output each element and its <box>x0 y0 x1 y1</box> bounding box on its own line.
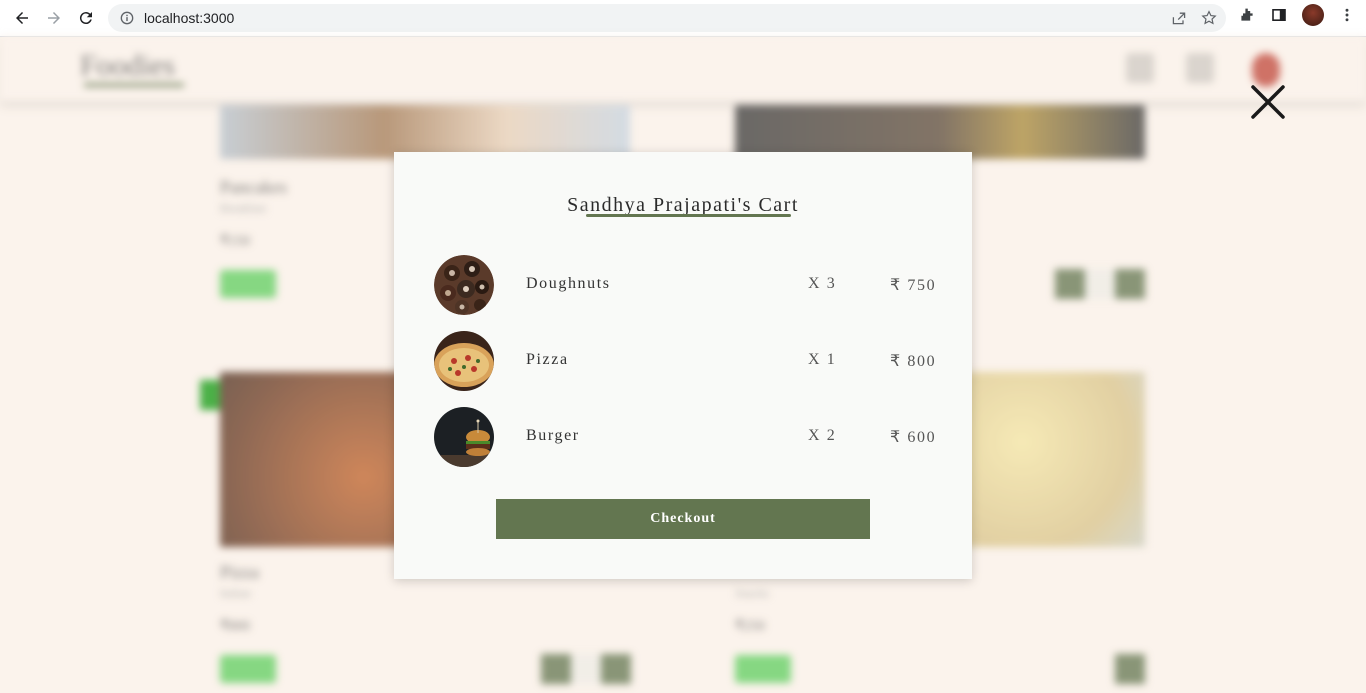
cart-item-name: Pizza <box>526 351 569 368</box>
address-bar[interactable]: localhost:3000 <box>108 4 1226 32</box>
reload-icon[interactable] <box>70 2 102 34</box>
cart-item: Pizza X 1 ₹ 800 <box>434 331 937 391</box>
cart-item-name: Burger <box>526 427 580 444</box>
back-icon[interactable] <box>6 2 38 34</box>
close-icon <box>1251 85 1285 119</box>
checkout-button[interactable]: Checkout <box>496 499 870 539</box>
cart-item-price: ₹ 750 <box>890 277 937 294</box>
cart-item: Burger X 2 ₹ 600 <box>434 407 937 467</box>
cart-title-underline <box>586 214 791 217</box>
browser-toolbar: localhost:3000 <box>0 0 1366 37</box>
site-info-icon[interactable] <box>120 11 134 25</box>
cart-item: Doughnuts X 3 ₹ 750 <box>434 255 937 315</box>
burger-image <box>434 407 494 467</box>
side-panel-icon[interactable] <box>1270 6 1288 24</box>
cart-item-quantity: X 2 <box>808 427 837 444</box>
extensions-icon[interactable] <box>1238 6 1256 24</box>
profile-avatar[interactable] <box>1302 4 1324 26</box>
forward-icon[interactable] <box>38 2 70 34</box>
cart-item-price: ₹ 600 <box>890 429 937 446</box>
bookmark-star-icon[interactable] <box>1200 9 1218 27</box>
cart-item-price: ₹ 800 <box>890 353 937 370</box>
url-text: localhost:3000 <box>144 10 235 26</box>
cart-item-quantity: X 3 <box>808 275 837 292</box>
doughnuts-image <box>434 255 494 315</box>
close-modal-button[interactable] <box>1248 82 1288 122</box>
pizza-image <box>434 331 494 391</box>
cart-item-quantity: X 1 <box>808 351 837 368</box>
cart-item-name: Doughnuts <box>526 275 611 292</box>
menu-kebab-icon[interactable] <box>1338 6 1356 24</box>
share-icon[interactable] <box>1170 9 1188 27</box>
cart-modal: Sandhya Prajapati's Cart Doughnuts X 3 ₹… <box>394 152 972 579</box>
